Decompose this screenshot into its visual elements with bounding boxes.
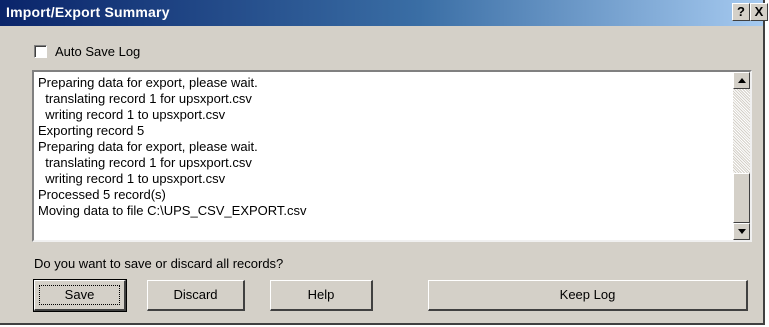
close-icon[interactable]: X (750, 3, 768, 21)
log-line: Preparing data for export, please wait. (38, 139, 258, 154)
vertical-scrollbar[interactable] (733, 72, 750, 240)
focus-rectangle (39, 285, 120, 305)
import-export-summary-dialog: Import/Export Summary ? X Auto Save Log … (0, 0, 768, 325)
save-button[interactable]: Save (33, 279, 127, 312)
auto-save-log-checkbox[interactable] (34, 45, 47, 58)
save-discard-prompt: Do you want to save or discard all recor… (34, 256, 284, 271)
title-bar[interactable]: Import/Export Summary ? X (0, 0, 768, 26)
log-line: writing record 1 to upsxport.csv (38, 107, 226, 122)
help-button[interactable]: Help (270, 280, 373, 311)
log-line: translating record 1 for upsxport.csv (38, 155, 252, 170)
chevron-up-icon (738, 78, 746, 83)
keep-log-button[interactable]: Keep Log (428, 280, 748, 311)
scroll-down-button[interactable] (733, 223, 750, 240)
log-line: Preparing data for export, please wait. (38, 75, 258, 90)
log-line: writing record 1 to upsxport.csv (38, 171, 226, 186)
log-line: Processed 5 record(s) (38, 187, 166, 202)
log-lines: Preparing data for export, please wait. … (38, 75, 307, 219)
log-line: translating record 1 for upsxport.csv (38, 91, 252, 106)
keep-log-button-label: Keep Log (559, 287, 616, 302)
auto-save-log-label[interactable]: Auto Save Log (55, 44, 140, 59)
help-icon[interactable]: ? (732, 3, 750, 21)
discard-button[interactable]: Discard (147, 280, 245, 311)
log-line: Moving data to file C:\UPS_CSV_EXPORT.cs… (38, 203, 307, 218)
log-output[interactable]: Preparing data for export, please wait. … (32, 70, 752, 242)
scroll-up-button[interactable] (733, 72, 750, 89)
log-line: Exporting record 5 (38, 123, 145, 138)
chevron-down-icon (738, 229, 746, 234)
discard-button-label: Discard (173, 287, 218, 302)
scrollbar-thumb[interactable] (733, 173, 750, 223)
dialog-title: Import/Export Summary (6, 4, 170, 20)
help-button-label: Help (307, 287, 335, 302)
